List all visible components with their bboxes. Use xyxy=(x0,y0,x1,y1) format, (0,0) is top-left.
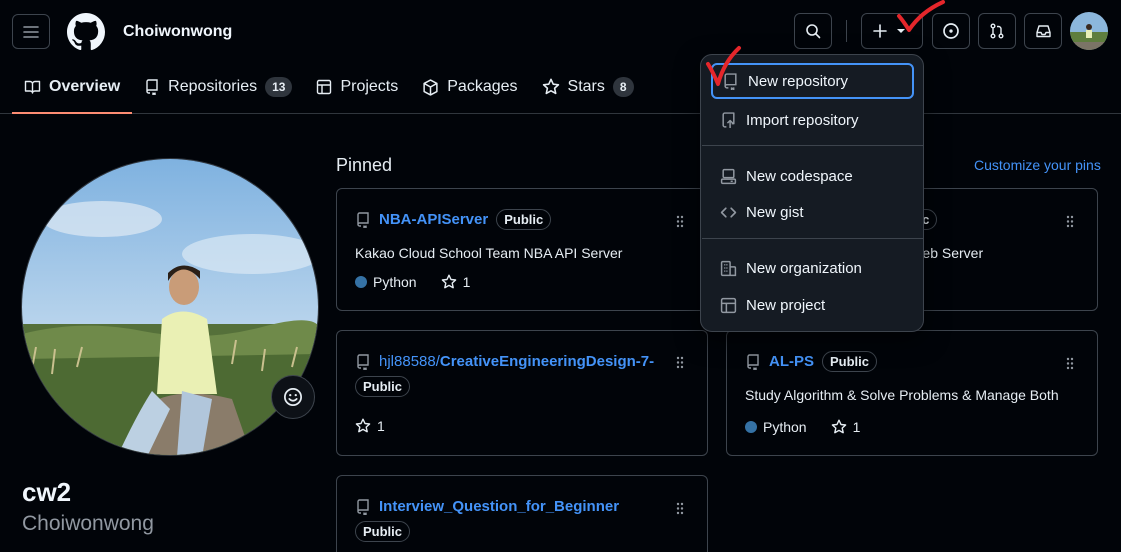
repo-push-icon xyxy=(722,111,735,128)
drag-handle-icon[interactable] xyxy=(676,356,684,369)
star-icon xyxy=(542,78,559,95)
star-icon xyxy=(355,418,371,433)
organization-icon xyxy=(720,260,737,276)
repo-icon xyxy=(146,79,158,95)
menu-item-label: New codespace xyxy=(746,167,853,185)
plus-icon xyxy=(873,24,887,38)
code-icon xyxy=(720,206,737,218)
tab-label: Overview xyxy=(49,78,121,95)
inbox-button[interactable] xyxy=(1024,13,1062,49)
repo-forked-icon xyxy=(357,354,369,370)
menu-item-new-project[interactable]: New project xyxy=(711,287,914,323)
repo-language: Python xyxy=(763,419,807,435)
repo-language: Python xyxy=(373,274,417,290)
visibility-badge: Public xyxy=(355,376,411,397)
repo-star-count[interactable]: 1 xyxy=(377,418,385,434)
visibility-badge: Public xyxy=(496,209,552,230)
smiley-icon xyxy=(284,388,302,406)
book-icon xyxy=(24,80,41,94)
hamburger-menu-button[interactable] xyxy=(12,14,50,49)
repo-icon xyxy=(357,498,369,515)
app-header: Choiwonwong Overview Repositories 13 Pro… xyxy=(0,0,1121,114)
drag-handle-icon[interactable] xyxy=(1066,215,1074,228)
tab-label: Packages xyxy=(447,78,518,95)
user-avatar[interactable] xyxy=(1070,12,1108,50)
header-username-link[interactable]: Choiwonwong xyxy=(123,23,232,41)
pinned-heading: Pinned xyxy=(336,155,393,175)
language-color-dot xyxy=(355,276,367,288)
repo-star-count[interactable]: 1 xyxy=(463,274,471,290)
pinned-card: Interview_Question_for_Beginner Public xyxy=(336,475,708,552)
pull-requests-button[interactable] xyxy=(978,13,1016,49)
repositories-count-badge: 13 xyxy=(265,77,293,97)
search-button[interactable] xyxy=(794,13,832,49)
repo-description: Study Algorithm & Solve Problems & Manag… xyxy=(745,387,1059,403)
profile-avatar xyxy=(21,158,319,456)
checkmark-annotation-icon xyxy=(897,0,945,32)
table-icon xyxy=(317,79,332,95)
profile-login: Choiwonwong xyxy=(22,512,154,535)
tab-repositories[interactable]: Repositories 13 xyxy=(132,66,304,108)
stars-count-badge: 8 xyxy=(612,77,634,97)
profile-name: cw2 xyxy=(22,477,72,507)
tab-projects[interactable]: Projects xyxy=(304,66,410,108)
repo-description: Kakao Cloud School Team NBA API Server xyxy=(355,245,623,261)
header-divider xyxy=(846,20,847,42)
repo-link[interactable]: NBA-APIServer xyxy=(379,211,488,228)
hamburger-icon xyxy=(23,25,39,38)
menu-divider xyxy=(702,145,924,146)
profile-tabs: Overview Repositories 13 Projects Packag… xyxy=(12,66,646,114)
drag-handle-icon[interactable] xyxy=(1066,357,1074,370)
pinned-card: hjl88588/CreativeEngineeringDesign-7- Pu… xyxy=(336,330,708,456)
git-pull-request-icon xyxy=(990,23,1004,39)
codespaces-icon xyxy=(720,168,737,184)
search-icon xyxy=(806,24,821,39)
star-icon xyxy=(441,274,456,289)
github-logo-icon[interactable] xyxy=(67,13,105,51)
menu-item-label: New gist xyxy=(746,203,804,221)
tab-label: Repositories xyxy=(168,78,258,95)
language-color-dot xyxy=(745,421,757,433)
menu-item-label: New organization xyxy=(746,259,862,277)
menu-item-label: New project xyxy=(746,296,826,314)
repo-star-count[interactable]: 1 xyxy=(853,419,861,435)
repo-link[interactable]: CreativeEngineeringDesign-7- xyxy=(440,353,654,370)
visibility-badge: Public xyxy=(355,521,411,542)
repo-owner-link[interactable]: hjl88588/ xyxy=(379,353,440,370)
tab-packages[interactable]: Packages xyxy=(410,66,529,108)
package-icon xyxy=(423,78,438,96)
menu-item-new-gist[interactable]: New gist xyxy=(711,194,914,230)
repo-link[interactable]: Interview_Question_for_Beginner xyxy=(379,498,619,515)
tab-label: Stars xyxy=(567,78,605,95)
inbox-icon xyxy=(1035,25,1051,38)
tab-overview[interactable]: Overview xyxy=(12,66,133,114)
repo-icon xyxy=(357,211,369,228)
menu-item-label: Import repository xyxy=(746,111,859,129)
menu-item-label: New repository xyxy=(748,72,849,90)
set-status-button[interactable] xyxy=(271,375,315,419)
pinned-card: AL-PS Public Study Algorithm & Solve Pro… xyxy=(726,330,1098,456)
menu-divider xyxy=(702,238,924,239)
table-icon xyxy=(720,297,737,313)
menu-item-import-repository[interactable]: Import repository xyxy=(711,102,914,138)
tab-label: Projects xyxy=(340,78,399,95)
checkmark-annotation-icon xyxy=(706,46,741,86)
star-icon xyxy=(831,419,846,434)
repo-icon xyxy=(747,353,759,370)
visibility-badge: Public xyxy=(822,351,878,372)
drag-handle-icon[interactable] xyxy=(676,502,684,515)
menu-item-new-codespace[interactable]: New codespace xyxy=(711,158,914,194)
drag-handle-icon[interactable] xyxy=(676,215,684,228)
tab-stars[interactable]: Stars 8 xyxy=(530,66,646,108)
pinned-card: NBA-APIServer Public Kakao Cloud School … xyxy=(336,188,708,311)
menu-item-new-organization[interactable]: New organization xyxy=(711,250,914,286)
customize-pins-link[interactable]: Customize your pins xyxy=(974,157,1101,173)
repo-link[interactable]: AL-PS xyxy=(769,353,814,370)
create-new-menu: New repository Import repository New cod… xyxy=(700,54,924,332)
